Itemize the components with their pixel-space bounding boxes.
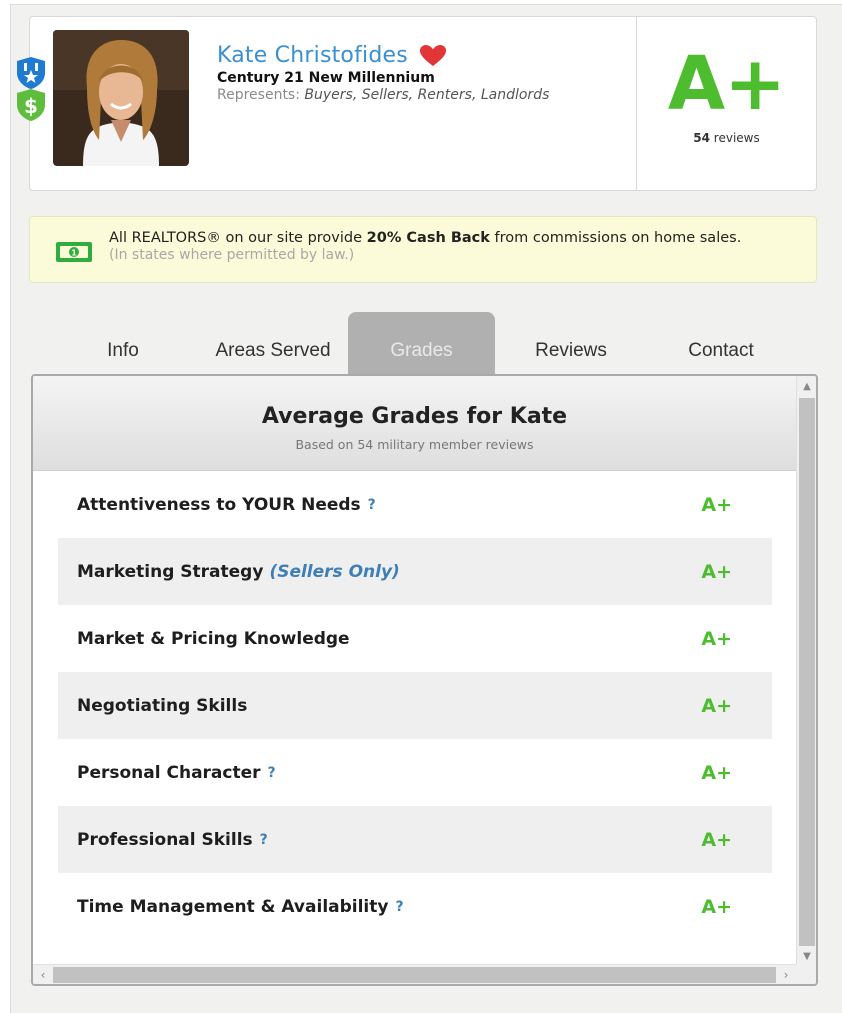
grade-value: A+ — [701, 761, 732, 784]
grade-label: Attentiveness to YOUR Needs — [77, 494, 361, 515]
military-shield-icon — [17, 57, 45, 89]
grade-row-marketing-strategy: Marketing Strategy (Sellers Only) A+ — [58, 538, 772, 605]
grade-value: A+ — [701, 828, 732, 851]
cashback-text-post: from commissions on home sales. — [489, 230, 742, 246]
profile-tabs: Info Areas Served Grades Reviews Contact — [48, 312, 818, 376]
scroll-up-icon[interactable]: ▲ — [797, 378, 816, 396]
grades-panel-header: Average Grades for Kate Based on 54 mili… — [33, 376, 796, 471]
scroll-right-icon[interactable]: › — [776, 965, 796, 984]
grade-qualifier: (Sellers Only) — [269, 561, 400, 582]
svg-text:$: $ — [24, 94, 38, 118]
grade-row-market-pricing: Market & Pricing Knowledge A+ — [58, 605, 772, 672]
agent-represents: Represents: Buyers, Sellers, Renters, La… — [217, 87, 637, 103]
help-question-icon[interactable]: ? — [260, 832, 268, 848]
svg-text:1: 1 — [71, 249, 77, 258]
represents-label: Represents: — [217, 87, 300, 103]
grades-panel: Average Grades for Kate Based on 54 mili… — [31, 374, 818, 986]
cashback-text-pre: All REALTORS® on our site provide — [109, 230, 367, 246]
grade-value: A+ — [701, 694, 732, 717]
grade-row-time-management: Time Management & Availability? A+ — [58, 873, 772, 940]
agent-card: $ Kate Christofides Century 21 New Mille… — [17, 16, 817, 191]
grade-row-attentiveness: Attentiveness to YOUR Needs? A+ — [58, 471, 772, 538]
grades-panel-subtitle: Based on 54 military member reviews — [295, 437, 534, 452]
heart-icon[interactable] — [419, 44, 446, 67]
grade-label: Personal Character — [77, 762, 261, 783]
grade-label: Marketing Strategy — [77, 561, 264, 582]
agent-badges: $ — [13, 55, 51, 123]
grade-value: A+ — [701, 493, 732, 516]
represents-values: Buyers, Sellers, Renters, Landlords — [304, 87, 550, 103]
dollar-shield-icon: $ — [17, 89, 45, 121]
review-count[interactable]: 54 reviews — [637, 131, 816, 145]
overall-grade-box: A+ 54 reviews — [636, 17, 816, 190]
grade-value: A+ — [701, 560, 732, 583]
cashback-text-bold: 20% Cash Back — [366, 230, 490, 246]
help-question-icon[interactable]: ? — [368, 497, 376, 513]
agent-brokerage: Century 21 New Millennium — [217, 70, 435, 86]
scroll-left-icon[interactable]: ‹ — [33, 965, 53, 984]
grade-value: A+ — [701, 627, 732, 650]
grade-row-negotiating-skills: Negotiating Skills A+ — [58, 672, 772, 739]
grade-row-professional-skills: Professional Skills? A+ — [58, 806, 772, 873]
horizontal-scrollbar[interactable]: ‹ › — [33, 964, 796, 984]
cashback-text: All REALTORS® on our site provide 20% Ca… — [109, 230, 809, 263]
vertical-scroll-thumb[interactable] — [799, 398, 815, 946]
horizontal-scroll-thumb[interactable] — [53, 967, 776, 983]
tab-contact[interactable]: Contact — [647, 312, 795, 376]
tab-reviews[interactable]: Reviews — [495, 312, 647, 376]
review-count-suffix: reviews — [713, 131, 760, 145]
grade-label: Time Management & Availability — [77, 896, 389, 917]
grade-row-personal-character: Personal Character? A+ — [58, 739, 772, 806]
grade-label: Market & Pricing Knowledge — [77, 628, 350, 649]
help-question-icon[interactable]: ? — [395, 899, 403, 915]
agent-info: Kate Christofides Century 21 New Millenn… — [217, 43, 637, 103]
help-question-icon[interactable]: ? — [268, 765, 276, 781]
tab-grades[interactable]: Grades — [348, 312, 495, 376]
grade-label: Professional Skills — [77, 829, 253, 850]
agent-name-row: Kate Christofides — [217, 43, 637, 68]
tab-info[interactable]: Info — [48, 312, 198, 376]
overall-grade: A+ — [667, 41, 786, 127]
tab-areas-served[interactable]: Areas Served — [198, 312, 348, 376]
money-bill-icon: 1 — [56, 242, 92, 262]
grades-panel-title: Average Grades for Kate — [261, 404, 568, 429]
cashback-banner: 1 All REALTORS® on our site provide 20% … — [29, 216, 817, 283]
grade-list: Attentiveness to YOUR Needs? A+ Marketin… — [58, 471, 772, 940]
review-count-number: 54 — [693, 131, 710, 145]
cashback-note: (In states where permitted by law.) — [109, 247, 355, 263]
agent-name[interactable]: Kate Christofides — [217, 43, 408, 68]
grade-label: Negotiating Skills — [77, 695, 248, 716]
grade-value: A+ — [701, 895, 732, 918]
vertical-scrollbar[interactable]: ▲ ▼ — [796, 376, 816, 966]
scroll-corner — [796, 964, 816, 984]
agent-photo[interactable] — [53, 30, 189, 166]
